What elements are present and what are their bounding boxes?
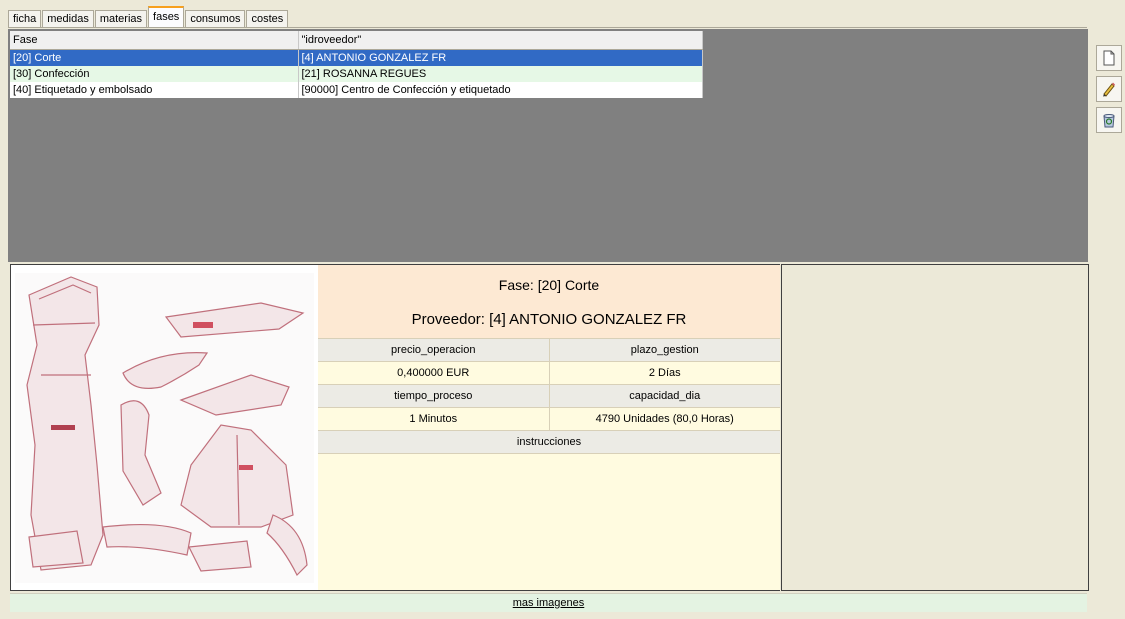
value-row: 1 Minutos 4790 Unidades (80,0 Horas) — [318, 408, 780, 431]
delete-button[interactable] — [1096, 107, 1122, 133]
grid-header-row: Fase "idroveedor" — [10, 31, 703, 50]
table-row[interactable]: [40] Etiquetado y embolsado [90000] Cent… — [10, 82, 703, 98]
instrucciones-text — [318, 454, 780, 462]
footer-bar: mas imagenes — [10, 593, 1087, 612]
precio-operacion-label: precio_operacion — [391, 344, 476, 356]
label-row: precio_operacion plazo_gestion — [318, 339, 780, 362]
cell-fase[interactable]: [20] Corte — [10, 49, 299, 66]
side-toolbar — [1096, 45, 1122, 138]
tab-materias[interactable]: materias — [94, 10, 148, 27]
column-header-fase[interactable]: Fase — [10, 31, 299, 50]
plazo-gestion-label: plazo_gestion — [548, 339, 781, 361]
edit-button[interactable] — [1096, 76, 1122, 102]
fases-grid: Fase "idroveedor" [20] Corte [4] ANTONIO… — [10, 31, 703, 98]
new-button[interactable] — [1096, 45, 1122, 71]
tab-consumos[interactable]: consumos — [185, 10, 246, 27]
value-row: 0,400000 EUR 2 Días — [318, 362, 780, 385]
pencil-icon — [1103, 82, 1115, 97]
table-row[interactable]: [20] Corte [4] ANTONIO GONZALEZ FR — [10, 49, 703, 66]
new-document-icon — [1103, 50, 1115, 66]
table-row[interactable]: [30] Confección [21] ROSANNA REGUES — [10, 66, 703, 82]
cell-proveedor[interactable]: [21] ROSANNA REGUES — [298, 66, 703, 82]
column-header-proveedor[interactable]: "idroveedor" — [298, 31, 703, 50]
more-images-link[interactable]: mas imagenes — [513, 597, 585, 609]
detail-header: Fase: [20] Corte Proveedor: [4] ANTONIO … — [318, 265, 780, 339]
fase-title: Fase: [20] Corte — [498, 277, 600, 293]
capacidad-dia-label: capacidad_dia — [548, 385, 781, 407]
tab-medidas[interactable]: medidas — [42, 10, 94, 27]
instrucciones-label: instrucciones — [516, 436, 582, 448]
cell-proveedor[interactable]: [4] ANTONIO GONZALEZ FR — [298, 49, 703, 66]
proveedor-title: Proveedor: [4] ANTONIO GONZALEZ FR — [411, 311, 687, 328]
instrucciones-row: instrucciones — [318, 431, 780, 454]
tiempo-proceso-label: tiempo_proceso — [394, 390, 473, 402]
detail-panel: Fase: [20] Corte Proveedor: [4] ANTONIO … — [318, 264, 780, 591]
label-row: tiempo_proceso capacidad_dia — [318, 385, 780, 408]
sewing-pattern-illustration — [15, 273, 314, 583]
precio-operacion-value: 0,400000 EUR — [397, 367, 470, 379]
tab-strip: ficha medidas materias fases consumos co… — [8, 5, 289, 27]
secondary-panel — [781, 264, 1089, 591]
tiempo-proceso-value: 1 Minutos — [409, 413, 458, 425]
tab-costes[interactable]: costes — [246, 10, 289, 27]
tab-divider — [8, 27, 1087, 28]
tab-fases[interactable]: fases — [148, 6, 185, 27]
plazo-gestion-value: 2 Días — [548, 362, 781, 384]
cell-proveedor[interactable]: [90000] Centro de Confección y etiquetad… — [298, 82, 703, 98]
recycle-bin-icon — [1103, 114, 1115, 128]
cell-fase[interactable]: [30] Confección — [10, 66, 299, 82]
capacidad-dia-value: 4790 Unidades (80,0 Horas) — [548, 408, 781, 430]
pattern-image[interactable] — [10, 264, 319, 591]
tab-ficha[interactable]: ficha — [8, 10, 42, 27]
cell-fase[interactable]: [40] Etiquetado y embolsado — [10, 82, 299, 98]
